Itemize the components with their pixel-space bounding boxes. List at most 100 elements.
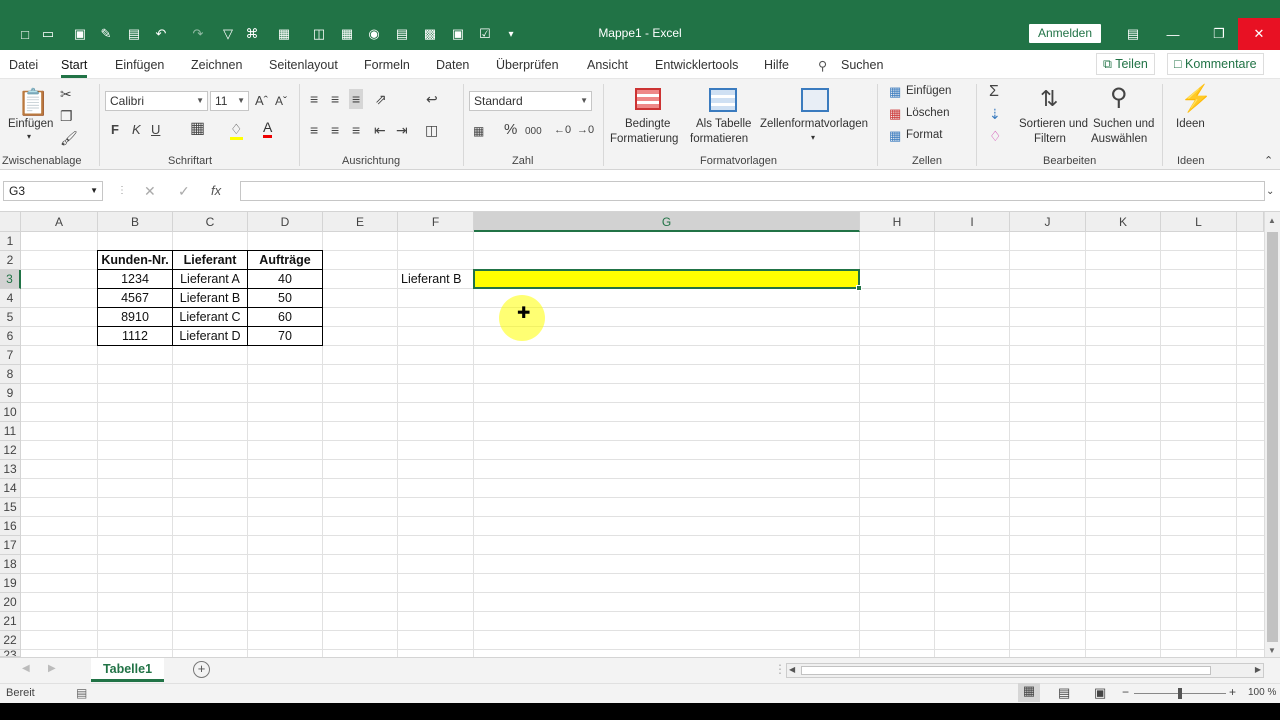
ideas-icon[interactable]: ⚡ bbox=[1180, 84, 1212, 112]
form-icon[interactable]: ▤ bbox=[394, 26, 410, 42]
align-top-icon[interactable]: ≡ bbox=[310, 91, 318, 107]
format-as-table-button[interactable]: Als Tabelle bbox=[696, 118, 751, 130]
align-right-icon[interactable]: ≡ bbox=[352, 122, 360, 138]
copy-icon[interactable]: ❐ bbox=[60, 108, 73, 124]
format-cells-icon[interactable]: ▦ bbox=[889, 128, 901, 144]
column-header[interactable]: C bbox=[173, 212, 248, 232]
table-cell[interactable]: 60 bbox=[247, 307, 323, 327]
tab-ueberpruefen[interactable]: Überprüfen bbox=[496, 58, 559, 72]
table-header-cell[interactable]: Kunden-Nr. bbox=[97, 250, 173, 270]
orientation-icon[interactable]: ⇗ bbox=[375, 91, 387, 107]
zoom-level[interactable]: 100 % bbox=[1248, 687, 1276, 698]
scroll-right-icon[interactable]: ▶ bbox=[1255, 665, 1261, 674]
view-icon[interactable]: ▣ bbox=[450, 26, 466, 42]
tab-entwicklertools[interactable]: Entwicklertools bbox=[655, 58, 738, 72]
row-header[interactable]: 7 bbox=[0, 346, 21, 365]
decrease-decimal-icon[interactable]: →0 bbox=[577, 122, 594, 138]
cell-styles-button[interactable]: Zellenformatvorlagen bbox=[760, 118, 868, 130]
select-all-button[interactable] bbox=[0, 212, 21, 232]
column-header[interactable]: K bbox=[1086, 212, 1161, 232]
collapse-ribbon-icon[interactable]: ⌃ bbox=[1264, 153, 1273, 169]
find-select-button[interactable]: Suchen und bbox=[1093, 118, 1154, 130]
column-header[interactable]: A bbox=[21, 212, 98, 232]
redo-icon[interactable]: ↷ bbox=[190, 26, 206, 42]
font-color-icon[interactable]: A bbox=[263, 119, 273, 138]
table-icon[interactable]: ▦ bbox=[276, 26, 292, 42]
insert-cells-icon[interactable]: ▦ bbox=[889, 84, 901, 100]
table-cell[interactable]: Lieferant D bbox=[172, 326, 248, 346]
increase-indent-icon[interactable]: ⇥ bbox=[396, 122, 408, 138]
thousands-icon[interactable]: 000 bbox=[525, 124, 542, 140]
find-select-icon[interactable]: ⚲ bbox=[1110, 84, 1128, 112]
enter-icon[interactable]: ✓ bbox=[178, 183, 190, 199]
row-header[interactable]: 21 bbox=[0, 612, 21, 631]
formula-input[interactable] bbox=[240, 181, 1265, 201]
sort-filter-icon[interactable]: ⇅ bbox=[1040, 86, 1058, 112]
scroll-left-icon[interactable]: ◀ bbox=[789, 665, 795, 674]
row-header[interactable]: 18 bbox=[0, 555, 21, 574]
macro-record-icon[interactable]: ▤ bbox=[76, 686, 87, 700]
next-sheet-icon[interactable]: ▶ bbox=[48, 663, 56, 674]
row-header[interactable]: 6 bbox=[0, 327, 21, 346]
table-cell[interactable]: 1234 bbox=[97, 269, 173, 289]
number-format-select[interactable]: Standard ▼ bbox=[469, 91, 592, 111]
align-bottom-icon[interactable]: ≡ bbox=[349, 89, 364, 109]
name-box[interactable]: G3 ▼ bbox=[3, 181, 103, 201]
table-cell[interactable]: 70 bbox=[247, 326, 323, 346]
search-icon[interactable]: ⚲ bbox=[818, 58, 827, 73]
customize-qat-icon[interactable]: ▾ bbox=[503, 26, 519, 42]
table-cell[interactable]: Lieferant A bbox=[172, 269, 248, 289]
fill-color-icon[interactable]: ♢ bbox=[230, 121, 243, 140]
cut-icon[interactable]: ✂ bbox=[60, 86, 72, 102]
signin-button[interactable]: Anmelden bbox=[1029, 24, 1101, 43]
fill-icon[interactable]: ⇣ bbox=[989, 106, 1001, 122]
row-header[interactable]: 23 bbox=[0, 650, 21, 657]
vertical-scrollbar[interactable]: ▲ ▼ bbox=[1264, 212, 1280, 657]
zoom-slider-thumb[interactable] bbox=[1178, 688, 1182, 699]
tab-formeln[interactable]: Formeln bbox=[364, 58, 410, 72]
format-painter-icon[interactable]: 🖌 bbox=[60, 130, 78, 146]
open-icon[interactable]: ▭ bbox=[40, 26, 56, 42]
delete-cells-icon[interactable]: ▦ bbox=[889, 106, 901, 122]
check-icon[interactable]: ☑ bbox=[477, 26, 493, 42]
percent-icon[interactable]: % bbox=[504, 122, 517, 138]
borders-icon[interactable]: ▦ bbox=[190, 121, 205, 137]
tab-hilfe[interactable]: Hilfe bbox=[764, 58, 789, 72]
split-handle-icon[interactable]: ⋮ bbox=[774, 662, 786, 676]
row-header[interactable]: 15 bbox=[0, 498, 21, 517]
tab-zeichnen[interactable]: Zeichnen bbox=[191, 58, 242, 72]
column-header[interactable]: D bbox=[248, 212, 323, 232]
search-box[interactable]: Suchen bbox=[841, 58, 883, 72]
vertical-scroll-thumb[interactable] bbox=[1267, 232, 1278, 642]
column-header[interactable]: H bbox=[860, 212, 935, 232]
table-cell[interactable]: 8910 bbox=[97, 307, 173, 327]
tab-start[interactable]: Start bbox=[61, 58, 88, 78]
delete-cells-button[interactable]: Löschen bbox=[906, 107, 949, 119]
ideas-button[interactable]: Ideen bbox=[1176, 118, 1205, 130]
row-header[interactable]: 8 bbox=[0, 365, 21, 384]
wrap-text-icon[interactable]: ↩ bbox=[426, 91, 438, 107]
tab-einfuegen[interactable]: Einfügen bbox=[115, 58, 164, 72]
increase-decimal-icon[interactable]: ←0 bbox=[554, 122, 571, 138]
normal-view-icon[interactable]: ▦ bbox=[1018, 683, 1040, 702]
bold-button[interactable]: F bbox=[111, 122, 119, 138]
font-size-select[interactable]: 11 ▼ bbox=[210, 91, 249, 111]
row-header[interactable]: 4 bbox=[0, 289, 21, 308]
zoom-in-icon[interactable]: + bbox=[1229, 685, 1236, 699]
cell-styles-icon[interactable] bbox=[801, 88, 829, 112]
row-header[interactable]: 9 bbox=[0, 384, 21, 403]
row-header[interactable]: 12 bbox=[0, 441, 21, 460]
tab-daten[interactable]: Daten bbox=[436, 58, 469, 72]
conditional-formatting-icon[interactable] bbox=[635, 88, 661, 110]
export-icon[interactable]: ▤ bbox=[126, 26, 142, 42]
row-header[interactable]: 13 bbox=[0, 460, 21, 479]
sheet-tab-tabelle1[interactable]: Tabelle1 bbox=[91, 658, 164, 682]
horizontal-scrollbar[interactable]: ◀ ▶ bbox=[786, 663, 1264, 678]
insert-cells-button[interactable]: Einfügen bbox=[906, 85, 951, 97]
fill-handle[interactable] bbox=[856, 285, 862, 291]
decrease-indent-icon[interactable]: ⇤ bbox=[374, 122, 386, 138]
close-icon[interactable]: ✕ bbox=[1238, 18, 1280, 50]
table-cell[interactable]: 40 bbox=[247, 269, 323, 289]
row-header[interactable]: 10 bbox=[0, 403, 21, 422]
table-cell[interactable]: 50 bbox=[247, 288, 323, 308]
